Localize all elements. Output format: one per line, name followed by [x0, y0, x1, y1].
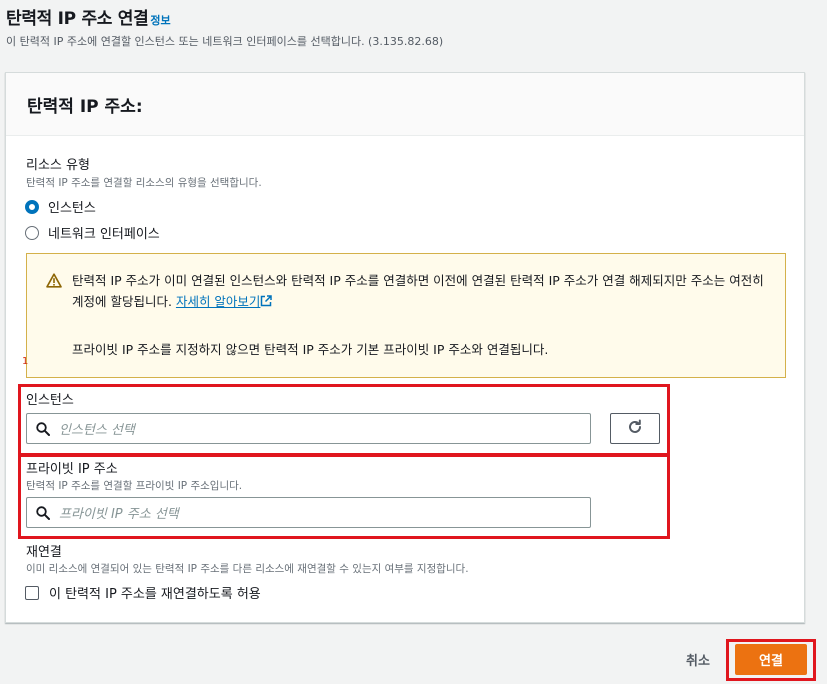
association-panel: 탄력적 IP 주소: 리소스 유형 탄력적 IP 주소를 연결할 리소스의 유형… — [5, 72, 805, 623]
page-description: 이 탄력적 IP 주소에 연결할 인스턴스 또는 네트워크 인터페이스를 선택합… — [6, 35, 444, 48]
reassociation-checkbox[interactable] — [25, 585, 39, 600]
cancel-button[interactable]: 취소 — [686, 650, 710, 669]
page-header: 탄력적 IP 주소 연결 정보 — [6, 4, 171, 29]
page-title: 탄력적 IP 주소 연결 — [6, 9, 149, 29]
warning-alert: 탄력적 IP 주소가 이미 연결된 인스턴스와 탄력적 IP 주소를 연결하면 … — [26, 253, 786, 378]
info-link[interactable]: 정보 — [150, 14, 170, 27]
external-link-icon[interactable] — [260, 292, 273, 313]
radio-network-interface[interactable]: 네트워크 인터페이스 — [25, 223, 160, 242]
radio-instance-label: 인스턴스 — [48, 201, 96, 216]
required-marker: 1 — [22, 356, 29, 367]
alert-message: 탄력적 IP 주소가 이미 연결된 인스턴스와 탄력적 IP 주소를 연결하면 … — [72, 270, 772, 313]
learn-more-link[interactable]: 자세히 알아보기 — [176, 294, 260, 309]
reassociation-checkbox-label: 이 탄력적 IP 주소를 재연결하도록 허용 — [49, 587, 261, 602]
reassociation-checkbox-row[interactable]: 이 탄력적 IP 주소를 재연결하도록 허용 — [25, 583, 261, 602]
highlight-instance — [18, 384, 670, 456]
reassociation-description: 이미 리소스에 연결되어 있는 탄력적 IP 주소를 다른 리소스에 재연결할 … — [26, 563, 469, 575]
reassociation-label: 재연결 — [26, 545, 62, 560]
connect-button[interactable]: 연결 — [735, 644, 807, 675]
radio-instance[interactable]: 인스턴스 — [25, 197, 96, 216]
alert-line-2: 프라이빗 IP 주소를 지정하지 않으면 탄력적 IP 주소가 기본 프라이빗 … — [72, 342, 549, 357]
resource-type-label: 리소스 유형 — [26, 158, 90, 173]
radio-button-instance[interactable] — [25, 199, 39, 214]
resource-type-description: 탄력적 IP 주소를 연결할 리소스의 유형을 선택합니다. — [26, 177, 262, 189]
radio-network-interface-label: 네트워크 인터페이스 — [48, 227, 160, 242]
panel-header: 탄력적 IP 주소: — [6, 73, 804, 136]
radio-button-network-interface[interactable] — [25, 225, 39, 240]
highlight-private-ip — [18, 454, 670, 539]
panel-title: 탄력적 IP 주소: — [27, 97, 143, 117]
warning-icon — [46, 273, 62, 292]
